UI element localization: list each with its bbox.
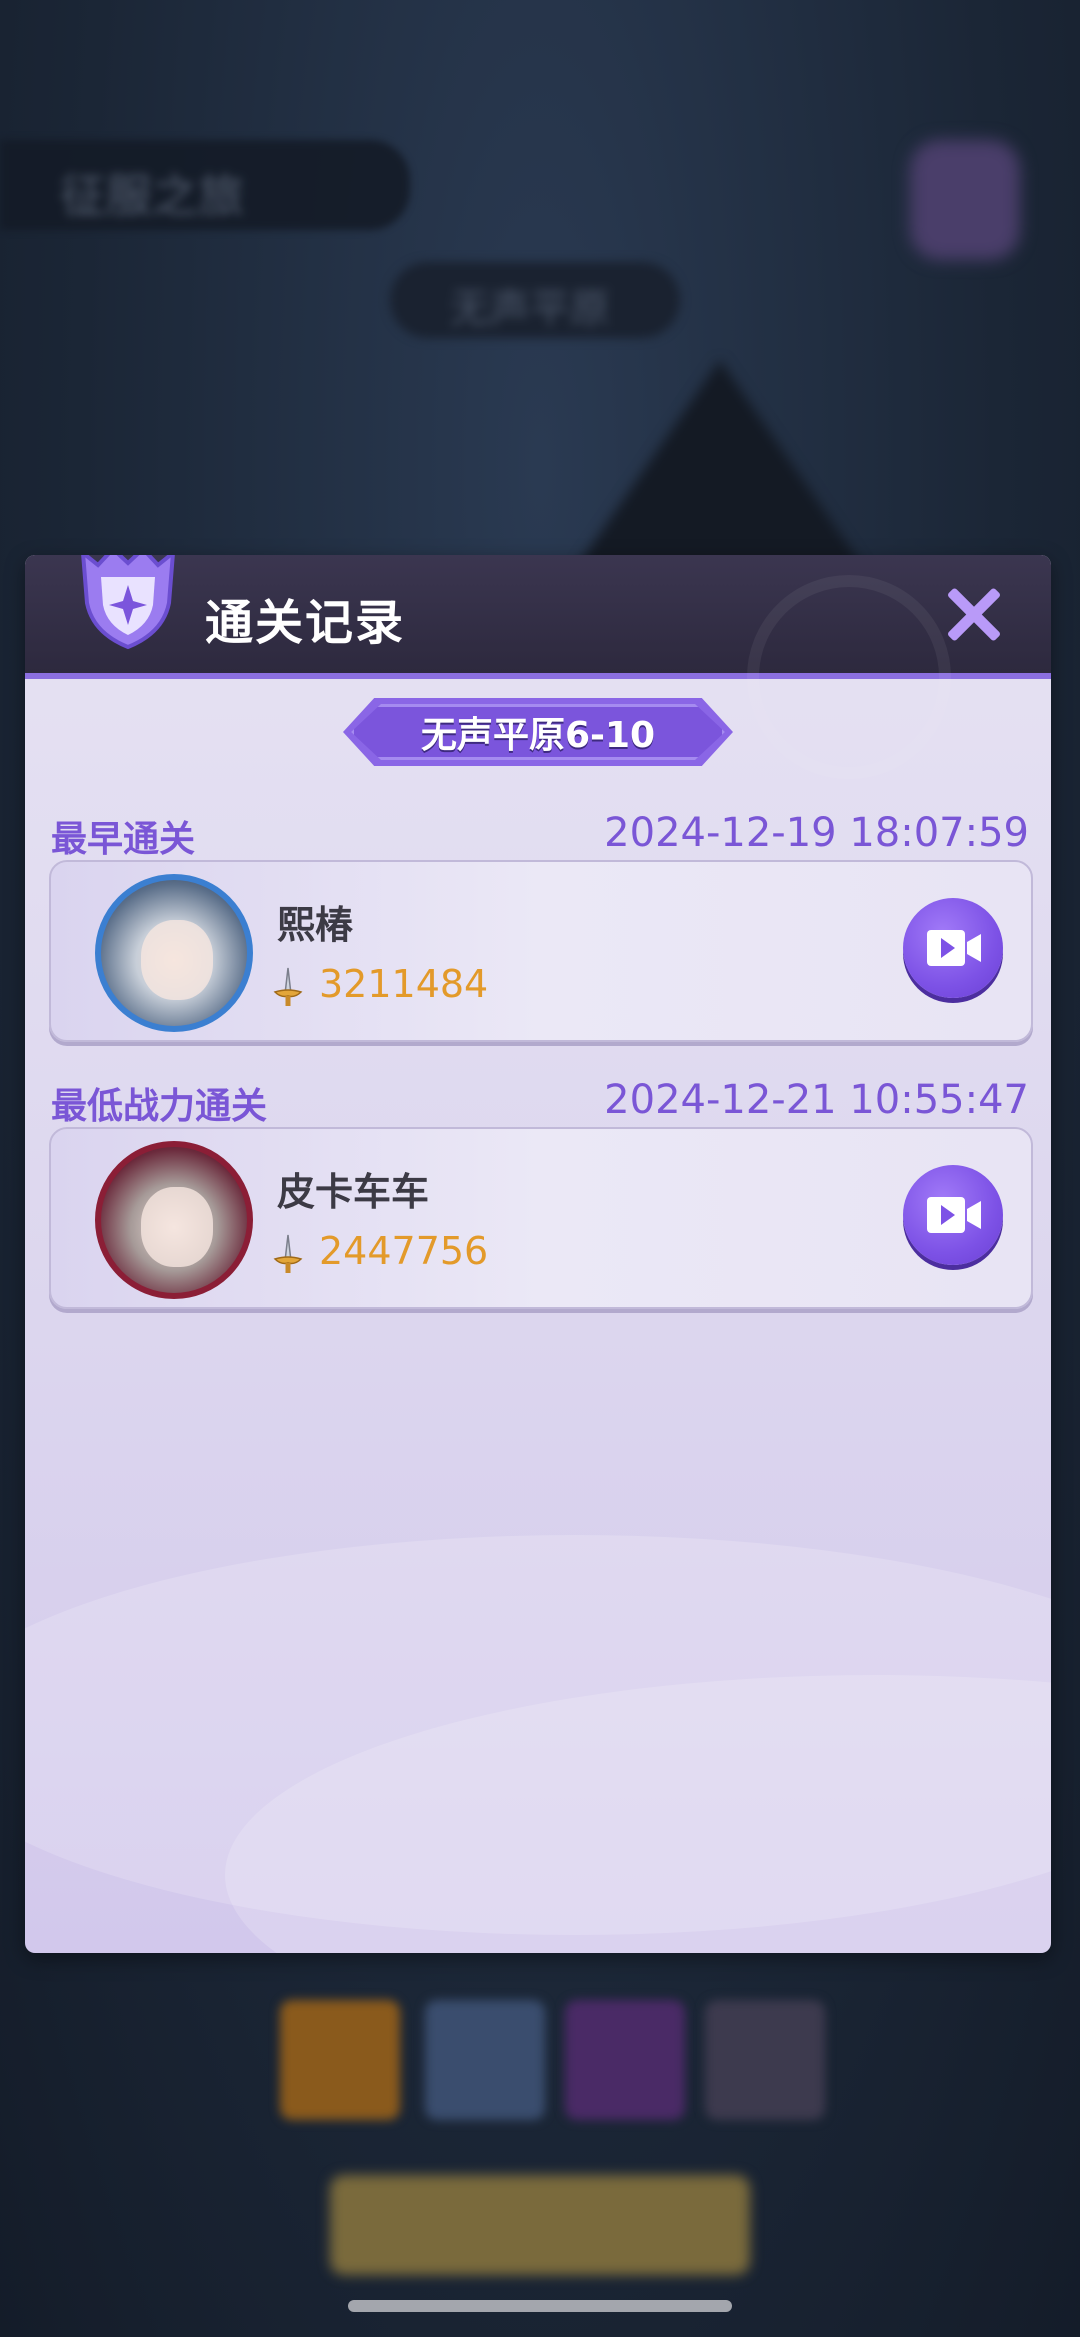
sword-icon — [273, 967, 303, 1006]
header-emblem-decoration — [747, 575, 951, 779]
background-icon-1 — [280, 2000, 400, 2120]
player-avatar[interactable] — [95, 1141, 253, 1299]
record-card-earliest: 熙椿 3211484 — [49, 860, 1033, 1042]
background-badge-icon — [910, 140, 1020, 260]
power-value: 2447756 — [319, 1229, 489, 1273]
video-camera-icon — [927, 930, 981, 966]
stage-name: 无声平原6-10 — [420, 715, 656, 756]
lowest-power-clear-label: 最低战力通关 — [51, 1086, 268, 1127]
background-icon-3 — [565, 2000, 685, 2120]
dialog-title: 通关记录 — [205, 595, 406, 651]
play-replay-button[interactable] — [903, 1165, 1003, 1265]
background-icon-2 — [425, 2000, 545, 2120]
background-area-pill: 无声平原 — [390, 262, 680, 338]
dialog-header: 通关记录 — [25, 555, 1051, 779]
background-pill-text: 无声平原 — [450, 286, 610, 332]
play-replay-button[interactable] — [903, 898, 1003, 998]
background-stage-title: 征服之旅 — [0, 140, 410, 230]
background-title-text: 征服之旅 — [60, 169, 244, 223]
sword-icon — [273, 1234, 303, 1273]
home-indicator[interactable] — [348, 2300, 732, 2312]
player-avatar[interactable] — [95, 874, 253, 1032]
player-name: 皮卡车车 — [277, 1170, 430, 1214]
clear-record-dialog: 通关记录 无声平原6-10 最早通关 2024-12-19 18:07:59 熙… — [25, 555, 1051, 1953]
background-icon-4 — [705, 2000, 825, 2120]
earliest-clear-label: 最早通关 — [51, 819, 196, 860]
video-camera-icon — [927, 1197, 981, 1233]
background-button — [330, 2175, 750, 2275]
record-card-lowest-power: 皮卡车车 2447756 — [49, 1127, 1033, 1309]
earliest-clear-timestamp: 2024-12-19 18:07:59 — [604, 810, 1029, 856]
stage-name-banner: 无声平原6-10 — [343, 698, 733, 766]
power-value: 3211484 — [319, 962, 489, 1006]
lowest-power-clear-timestamp: 2024-12-21 10:55:47 — [604, 1077, 1029, 1123]
shield-icon — [81, 555, 175, 650]
player-name: 熙椿 — [277, 903, 354, 947]
close-icon[interactable] — [945, 585, 1003, 643]
